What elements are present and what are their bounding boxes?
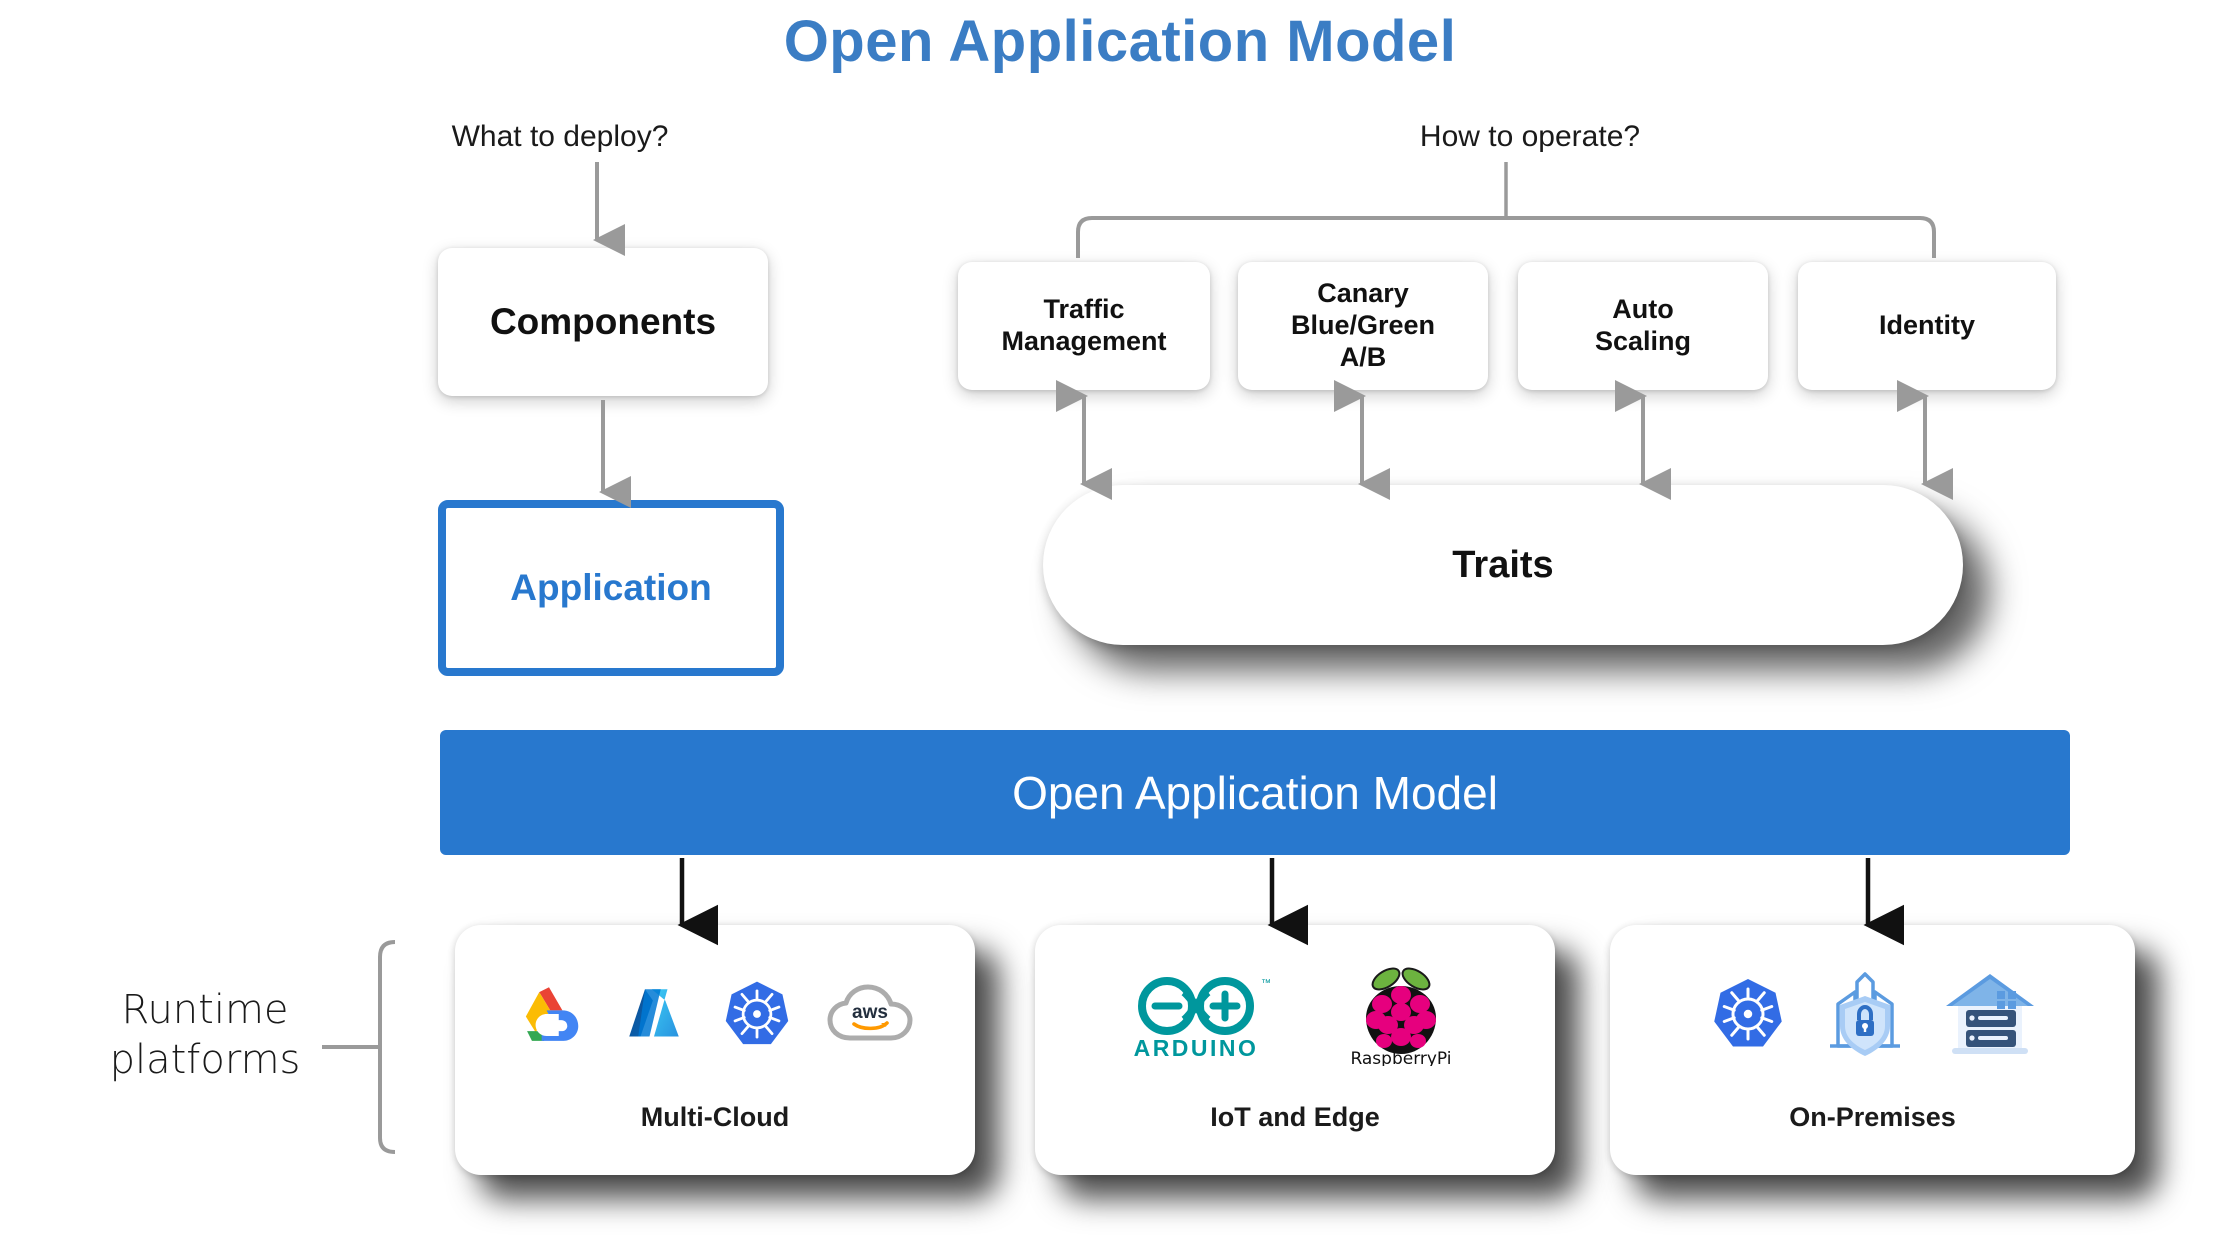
kubernetes-logo — [1708, 974, 1788, 1059]
logo-row — [1610, 961, 2135, 1071]
traits-bracket — [1076, 216, 1936, 258]
svg-text:aws: aws — [852, 1002, 888, 1023]
microsoft-azure-logo — [618, 978, 690, 1055]
logo-row: ™ ARDUINO RaspberryPi — [1035, 961, 1555, 1071]
raspberry-pi-logo: RaspberryPi — [1336, 962, 1466, 1071]
application-box[interactable]: Application — [438, 500, 784, 676]
platform-card-caption: IoT and Edge — [1210, 1102, 1380, 1132]
trait-label: Auto Scaling — [1594, 294, 1692, 356]
logo-row: aws — [455, 961, 975, 1071]
runtime-platforms-label: Runtime platforms — [90, 985, 320, 1085]
svg-text:ARDUINO: ARDUINO — [1134, 1035, 1259, 1061]
traits-pill-label: Traits — [1452, 543, 1554, 586]
trait-box-traffic-management[interactable]: Traffic Management — [958, 262, 1210, 390]
platform-card-on-premises[interactable]: On-Premises — [1610, 925, 2135, 1175]
aws-logo: aws — [824, 978, 920, 1055]
trait-box-canary-bluegreen-ab[interactable]: Canary Blue/Green A/B — [1238, 262, 1488, 390]
how-to-operate-label: How to operate? — [1419, 120, 1641, 153]
platform-card-multi-cloud[interactable]: aws Multi-Cloud — [455, 925, 975, 1175]
secure-datacenter-shield-icon — [1822, 968, 1908, 1065]
runtime-platforms-bracket — [378, 940, 396, 1154]
page-title: Open Application Model — [783, 9, 1457, 74]
runtime-platforms-label-line2: platforms — [109, 1037, 301, 1083]
google-cloud-logo — [510, 975, 588, 1058]
application-label: Application — [510, 567, 712, 608]
svg-text:™: ™ — [1261, 978, 1271, 989]
platform-card-iot-and-edge[interactable]: ™ ARDUINO RaspberryPi IoT and Edge — [1035, 925, 1555, 1175]
trait-label: Traffic Management — [1001, 294, 1167, 356]
banner-label: Open Application Model — [1012, 766, 1498, 819]
traits-pill[interactable]: Traits — [1043, 485, 1963, 645]
components-box[interactable]: Components — [438, 248, 768, 396]
components-label: Components — [489, 301, 717, 343]
trait-box-identity[interactable]: Identity — [1798, 262, 2056, 390]
kubernetes-logo — [720, 977, 794, 1056]
platform-card-caption: Multi-Cloud — [640, 1102, 790, 1132]
platform-card-caption: On-Premises — [1789, 1102, 1956, 1132]
svg-text:RaspberryPi: RaspberryPi — [1350, 1049, 1451, 1066]
arduino-logo: ™ ARDUINO — [1124, 964, 1274, 1069]
trait-label: Canary Blue/Green A/B — [1290, 278, 1436, 372]
open-application-model-banner[interactable]: Open Application Model — [440, 730, 2070, 855]
trait-box-auto-scaling[interactable]: Auto Scaling — [1518, 262, 1768, 390]
runtime-platforms-label-line1: Runtime — [121, 987, 289, 1033]
what-to-deploy-label: What to deploy? — [451, 120, 669, 153]
datacenter-building-icon — [1942, 968, 2038, 1065]
trait-label: Identity — [1878, 310, 1975, 341]
